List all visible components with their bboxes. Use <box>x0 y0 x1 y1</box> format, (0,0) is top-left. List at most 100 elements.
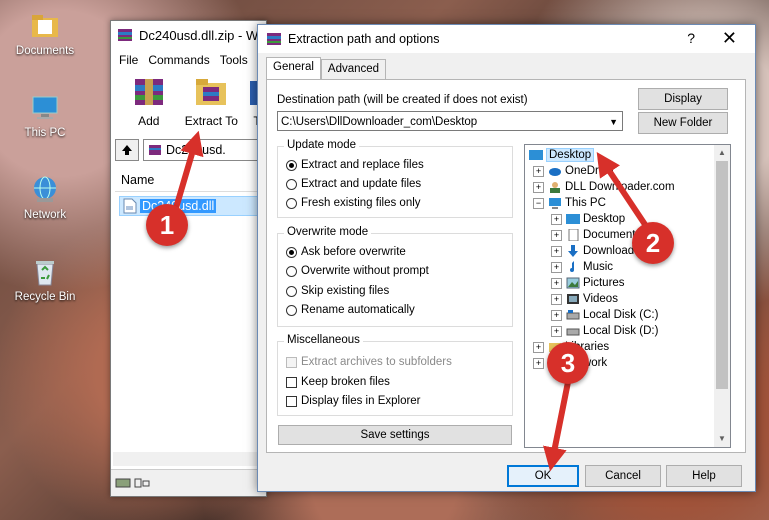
miscellaneous-title: Miscellaneous <box>284 334 363 346</box>
expand-icon[interactable]: + <box>533 341 544 353</box>
update-mode-option[interactable]: Fresh existing files only <box>286 197 421 209</box>
misc-option-keep-broken[interactable]: Keep broken files <box>286 376 390 388</box>
update-mode-option[interactable]: Extract and replace files <box>286 159 424 171</box>
desktop-icon-recycle-bin[interactable]: Recycle Bin <box>5 256 85 303</box>
update-mode-group: Update mode Extract and replace files Ex… <box>277 139 513 218</box>
expand-icon[interactable]: + <box>533 181 544 193</box>
radio-button[interactable] <box>286 178 297 190</box>
expand-icon[interactable]: + <box>551 277 562 289</box>
collapse-icon[interactable]: − <box>533 197 544 209</box>
expand-icon[interactable]: + <box>551 245 562 257</box>
expand-icon[interactable]: + <box>551 325 562 337</box>
destination-label: Destination path (will be created if doe… <box>277 94 528 106</box>
desktop-folder-icon <box>566 214 580 224</box>
horizontal-scrollbar[interactable] <box>113 452 264 466</box>
overwrite-mode-option[interactable]: Ask before overwrite <box>286 246 406 258</box>
extract-to-button[interactable]: Extract To <box>181 71 243 131</box>
user-icon <box>550 182 560 193</box>
checkbox[interactable] <box>286 395 297 407</box>
radio-button[interactable] <box>286 304 297 316</box>
tree-item-music[interactable]: + Music <box>551 259 613 275</box>
overwrite-mode-option[interactable]: Skip existing files <box>286 285 389 297</box>
up-folder-button[interactable] <box>115 139 139 161</box>
folder-documents-icon <box>32 15 58 37</box>
expand-icon[interactable]: + <box>551 261 562 273</box>
folder-tree[interactable]: Desktop + OneDrive + DLL Downloader.com … <box>524 144 731 448</box>
tree-item-downloads[interactable]: + Downloads <box>551 243 640 259</box>
desktop-icon-this-pc[interactable]: This PC <box>5 92 85 139</box>
add-button[interactable]: Add <box>123 71 175 131</box>
new-folder-button[interactable]: New Folder <box>638 112 728 134</box>
archive-icon <box>149 145 161 155</box>
tree-label: Local Disk (D:) <box>583 325 659 337</box>
expand-icon[interactable]: + <box>551 229 562 241</box>
tree-vertical-scrollbar[interactable]: ▲ ▼ <box>714 145 730 447</box>
misc-option-display-explorer[interactable]: Display files in Explorer <box>286 395 421 407</box>
save-settings-button[interactable]: Save settings <box>278 425 512 445</box>
help-button[interactable]: Help <box>666 465 742 487</box>
option-label: Ask before overwrite <box>301 246 406 258</box>
extract-folder-icon <box>196 79 227 105</box>
expand-icon[interactable]: + <box>551 309 562 321</box>
tab-advanced[interactable]: Advanced <box>320 59 387 79</box>
radio-button[interactable] <box>286 285 297 297</box>
checkbox[interactable] <box>286 376 297 388</box>
scroll-up-icon[interactable]: ▲ <box>714 145 730 161</box>
dialog-tabs: General Advanced <box>266 57 387 79</box>
help-icon[interactable]: ? <box>687 30 695 46</box>
callout-badge-3: 3 <box>547 342 589 384</box>
callout-badge-2: 2 <box>632 222 674 264</box>
expand-icon[interactable]: + <box>533 357 544 369</box>
desktop-icon-label: Network <box>23 209 67 221</box>
overwrite-mode-option[interactable]: Rename automatically <box>286 304 415 316</box>
tree-item-pc-desktop[interactable]: + Desktop <box>551 211 625 227</box>
scroll-down-icon[interactable]: ▼ <box>714 431 730 447</box>
expand-icon[interactable]: + <box>551 293 562 305</box>
tab-general[interactable]: General <box>266 57 321 79</box>
ok-button[interactable]: OK <box>507 465 579 487</box>
radio-button[interactable] <box>286 197 297 209</box>
dialog-titlebar[interactable]: Extraction path and options ? ✕ <box>258 25 755 53</box>
option-label: Extract archives to subfolders <box>301 356 452 368</box>
drive-status-icon <box>115 478 150 488</box>
overwrite-mode-option[interactable]: Overwrite without prompt <box>286 265 429 277</box>
tree-label: Desktop <box>546 148 595 162</box>
cancel-button[interactable]: Cancel <box>585 465 661 487</box>
tree-item-videos[interactable]: + Videos <box>551 291 618 307</box>
radio-button[interactable] <box>286 246 297 258</box>
tree-item-documents[interactable]: + Documents <box>551 227 641 243</box>
radio-button[interactable] <box>286 265 297 277</box>
display-button[interactable]: Display <box>638 88 728 110</box>
chevron-down-icon[interactable]: ▼ <box>609 112 618 132</box>
close-icon[interactable]: ✕ <box>722 28 737 49</box>
archive-path-box[interactable]: Dc240usd. <box>143 139 262 161</box>
tree-item-onedrive[interactable]: + OneDrive <box>533 163 614 179</box>
up-arrow-icon <box>122 145 132 155</box>
expand-icon[interactable]: + <box>533 165 544 177</box>
radio-button[interactable] <box>286 159 297 171</box>
winrar-title: Dc240usd.dll.zip - W <box>139 27 259 43</box>
menu-commands[interactable]: Commands <box>148 53 209 67</box>
menu-tools[interactable]: Tools <box>220 53 248 67</box>
menu-file[interactable]: File <box>119 53 138 67</box>
tree-item-pictures[interactable]: + Pictures <box>551 275 625 291</box>
column-header-name[interactable]: Name <box>115 169 262 192</box>
tree-item-user[interactable]: + DLL Downloader.com <box>533 179 675 195</box>
option-label: Fresh existing files only <box>301 197 421 209</box>
tree-item-local-disk-d[interactable]: + Local Disk (D:) <box>551 323 658 339</box>
extract-to-label: Extract To <box>184 114 238 128</box>
desktop-icon-network[interactable]: Network <box>5 174 85 221</box>
scrollbar-thumb[interactable] <box>716 161 728 389</box>
tree-item-this-pc[interactable]: − This PC <box>533 195 606 211</box>
winrar-toolbar: Add Extract To T <box>111 71 266 131</box>
tree-label: Pictures <box>583 277 625 289</box>
destination-path-combo[interactable]: C:\Users\DllDownloader_com\Desktop ▼ <box>277 111 623 131</box>
file-row[interactable]: Dc240usd.dll <box>119 196 262 216</box>
winrar-titlebar[interactable]: Dc240usd.dll.zip - W <box>111 21 266 49</box>
tree-item-local-disk-c[interactable]: + Local Disk (C:) <box>551 307 658 323</box>
desktop-icon-documents[interactable]: Documents <box>5 10 85 57</box>
music-note-icon <box>570 261 574 272</box>
expand-icon[interactable]: + <box>551 213 562 225</box>
update-mode-option[interactable]: Extract and update files <box>286 178 421 190</box>
tree-item-desktop[interactable]: Desktop <box>529 147 595 163</box>
